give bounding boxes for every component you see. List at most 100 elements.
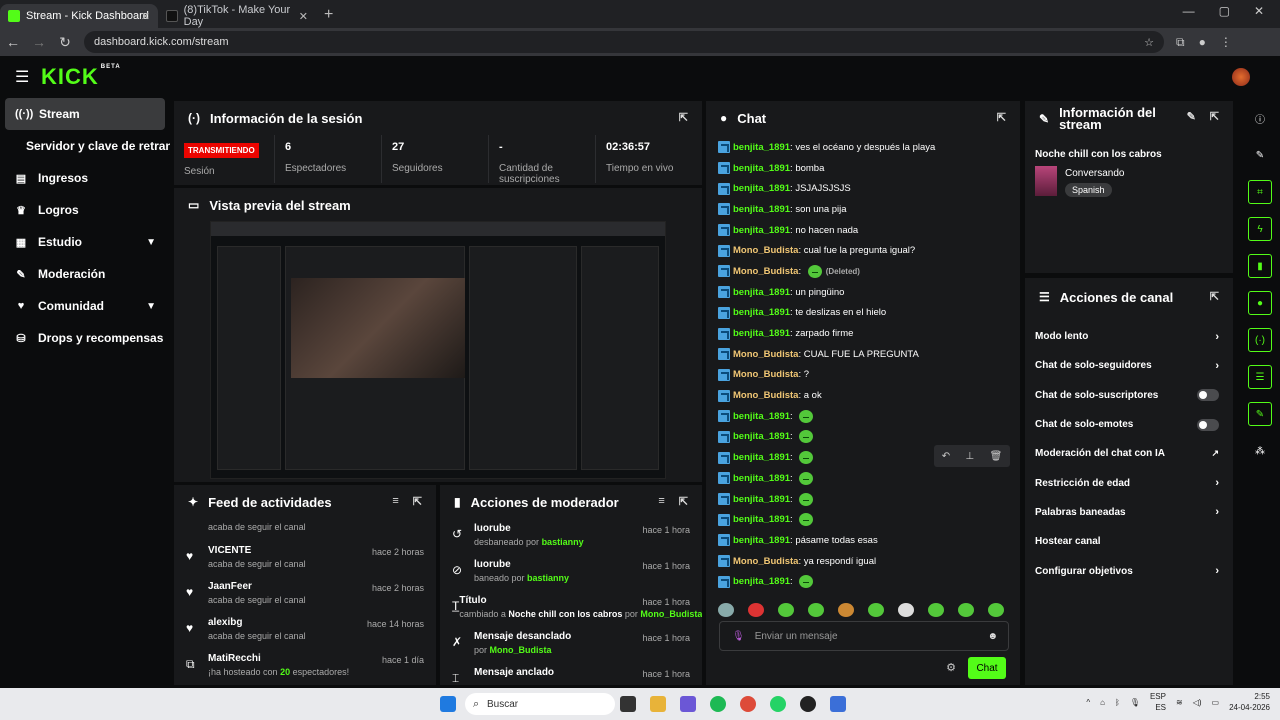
extension-icon[interactable]: ⧉ [1176, 35, 1185, 50]
chat-message[interactable]: benjita_1891: [706, 468, 1020, 489]
emoji-picker-icon[interactable]: ☻ [987, 631, 998, 642]
chat-message[interactable]: Mono_Budista: ? [706, 365, 1020, 386]
chat-username[interactable]: benjita_1891 [733, 142, 790, 153]
close-tab-icon[interactable]: ✕ [299, 10, 308, 23]
followers-only-row[interactable]: Chat de solo-seguidores › [1025, 351, 1233, 380]
discord-icon[interactable] [680, 696, 696, 712]
sidebar-item-moderation[interactable]: ✎ Moderación [0, 258, 170, 290]
chat-message[interactable]: benjita_1891: no hacen nada [706, 220, 1020, 241]
spotify-icon[interactable] [710, 696, 726, 712]
popout-icon[interactable]: ⇱ [413, 495, 422, 508]
chat-username[interactable]: benjita_1891 [733, 328, 790, 339]
emote-icon[interactable] [718, 603, 734, 617]
forward-icon[interactable]: → [26, 34, 52, 50]
ai-moderation-row[interactable]: Moderación del chat con IA ↗ [1025, 439, 1233, 468]
send-chat-button[interactable]: Chat [968, 657, 1006, 679]
chat-message[interactable]: Mono_Budista: CUAL FUE LA PREGUNTA [706, 344, 1020, 365]
emote-icon[interactable] [958, 603, 974, 617]
network-icon[interactable]: ⌂ [1100, 698, 1105, 707]
sidebar-item-community[interactable]: ♥ Comunidad ▼ [0, 290, 170, 322]
windows-start-icon[interactable] [440, 696, 456, 712]
taskbar-search[interactable]: Buscar [465, 693, 615, 715]
emote-icon[interactable] [778, 603, 794, 617]
chat-message[interactable]: benjita_1891: te deslizas en el hielo [706, 303, 1020, 324]
microphone-icon[interactable]: 🎙 [732, 631, 745, 642]
popout-icon[interactable]: ⇱ [1210, 111, 1219, 123]
chat-message[interactable]: benjita_1891: [706, 571, 1020, 591]
minimize-icon[interactable]: — [1183, 4, 1195, 18]
stream-preview-video[interactable] [210, 221, 666, 479]
sidebar-item-studio[interactable]: ▦ Estudio ▼ [0, 226, 170, 258]
chat-username[interactable]: benjita_1891 [733, 535, 790, 546]
chat-username[interactable]: benjita_1891 [733, 307, 790, 318]
category-name[interactable]: Conversando [1065, 168, 1124, 179]
chat-message[interactable]: benjita_1891: zarpado firme [706, 323, 1020, 344]
new-tab-icon[interactable]: + [324, 6, 333, 24]
emote-icon[interactable] [928, 603, 944, 617]
menu-dots-icon[interactable]: ⋮ [1220, 35, 1232, 49]
edit-pencil-icon[interactable]: ✎ [1248, 143, 1272, 167]
clock[interactable]: 2:55 24-04-2026 [1229, 691, 1270, 713]
microphone-icon[interactable]: 🎙 [1130, 698, 1140, 707]
url-field[interactable]: dashboard.kick.com/stream ☆ [84, 31, 1164, 53]
emote-icon[interactable] [868, 603, 884, 617]
chat-message[interactable]: benjita_1891: [706, 406, 1020, 427]
chat-bubble-icon[interactable]: ● [1248, 291, 1272, 315]
emote-icon[interactable] [838, 603, 854, 617]
chat-message[interactable]: Mono_Budista: a ok [706, 385, 1020, 406]
chat-username[interactable]: benjita_1891 [733, 225, 790, 236]
chat-username[interactable]: benjita_1891 [733, 576, 790, 587]
chat-username[interactable]: Mono_Budista [733, 245, 798, 256]
file-explorer-icon[interactable] [620, 696, 636, 712]
emotes-only-toggle[interactable] [1197, 418, 1219, 431]
chat-username[interactable]: Mono_Budista [733, 369, 798, 380]
chat-message[interactable]: benjita_1891: pásame todas esas [706, 530, 1020, 551]
chat-message[interactable]: benjita_1891: JSJAJSJSJS [706, 178, 1020, 199]
browser-tab-kick[interactable]: Stream - Kick Dashboard ✕ [0, 4, 158, 28]
chat-username[interactable]: benjita_1891 [733, 452, 790, 463]
chat-username[interactable]: Mono_Budista [733, 266, 798, 277]
popout-icon[interactable]: ⇱ [679, 495, 688, 508]
popout-icon[interactable]: ⇱ [1210, 290, 1219, 303]
chat-username[interactable]: Mono_Budista [733, 390, 798, 401]
popout-icon[interactable]: ⇱ [679, 111, 688, 124]
wrench-icon[interactable]: ✎ [1248, 402, 1272, 426]
chat-username[interactable]: benjita_1891 [733, 163, 790, 174]
volume-icon[interactable]: ◁) [1193, 698, 1202, 707]
chat-username[interactable]: Mono_Budista [733, 556, 798, 567]
back-icon[interactable]: ← [0, 34, 26, 50]
battery-icon[interactable]: ▭ [1212, 698, 1220, 707]
close-tab-icon[interactable]: ✕ [141, 10, 150, 23]
share-icon[interactable]: ⁂ [1248, 439, 1272, 463]
emote-icon[interactable] [988, 603, 1004, 617]
wifi-icon[interactable]: ≋ [1176, 698, 1183, 707]
sliders-icon[interactable]: ☰ [1248, 365, 1272, 389]
bluetooth-icon[interactable]: ᛒ [1115, 698, 1120, 707]
bookmark-star-icon[interactable]: ☆ [1144, 36, 1154, 49]
clipboard-icon[interactable]: ▮ [1248, 254, 1272, 278]
chat-username[interactable]: benjita_1891 [733, 431, 790, 442]
info-icon[interactable]: ⓘ [1248, 106, 1272, 130]
close-window-icon[interactable]: ✕ [1254, 4, 1264, 18]
chat-message[interactable]: Mono_Budista: cual fue la pregunta igual… [706, 240, 1020, 261]
sidebar-item-stream[interactable]: ((·)) Stream [5, 98, 165, 130]
subscribers-only-toggle[interactable] [1197, 389, 1219, 402]
chat-message[interactable]: benjita_1891: ves el océano y después la… [706, 137, 1020, 158]
pin-icon[interactable]: ⊥ [965, 451, 974, 462]
filter-icon[interactable]: ≡ [392, 495, 398, 508]
undo-icon[interactable]: ↶ [942, 451, 950, 462]
user-avatar[interactable] [1232, 68, 1250, 86]
chat-username[interactable]: benjita_1891 [733, 287, 790, 298]
popout-icon[interactable]: ⇱ [997, 111, 1006, 124]
chat-username[interactable]: benjita_1891 [733, 514, 790, 525]
reload-icon[interactable]: ↻ [52, 34, 78, 51]
chat-settings-gear-icon[interactable]: ⚙ [946, 661, 956, 674]
chat-message-list[interactable]: benjita_1891: ves el océano y después la… [706, 137, 1020, 591]
language-indicator[interactable]: ESP ES [1150, 691, 1166, 713]
sidebar-item-revenue[interactable]: ▤ Ingresos [0, 162, 170, 194]
chat-message[interactable]: benjita_1891: bomba [706, 158, 1020, 179]
clip-icon[interactable]: ⌗ [1248, 180, 1272, 204]
chat-username[interactable]: benjita_1891 [733, 411, 790, 422]
hamburger-menu-icon[interactable]: ☰ [15, 67, 29, 87]
emote-icon[interactable] [748, 603, 764, 617]
